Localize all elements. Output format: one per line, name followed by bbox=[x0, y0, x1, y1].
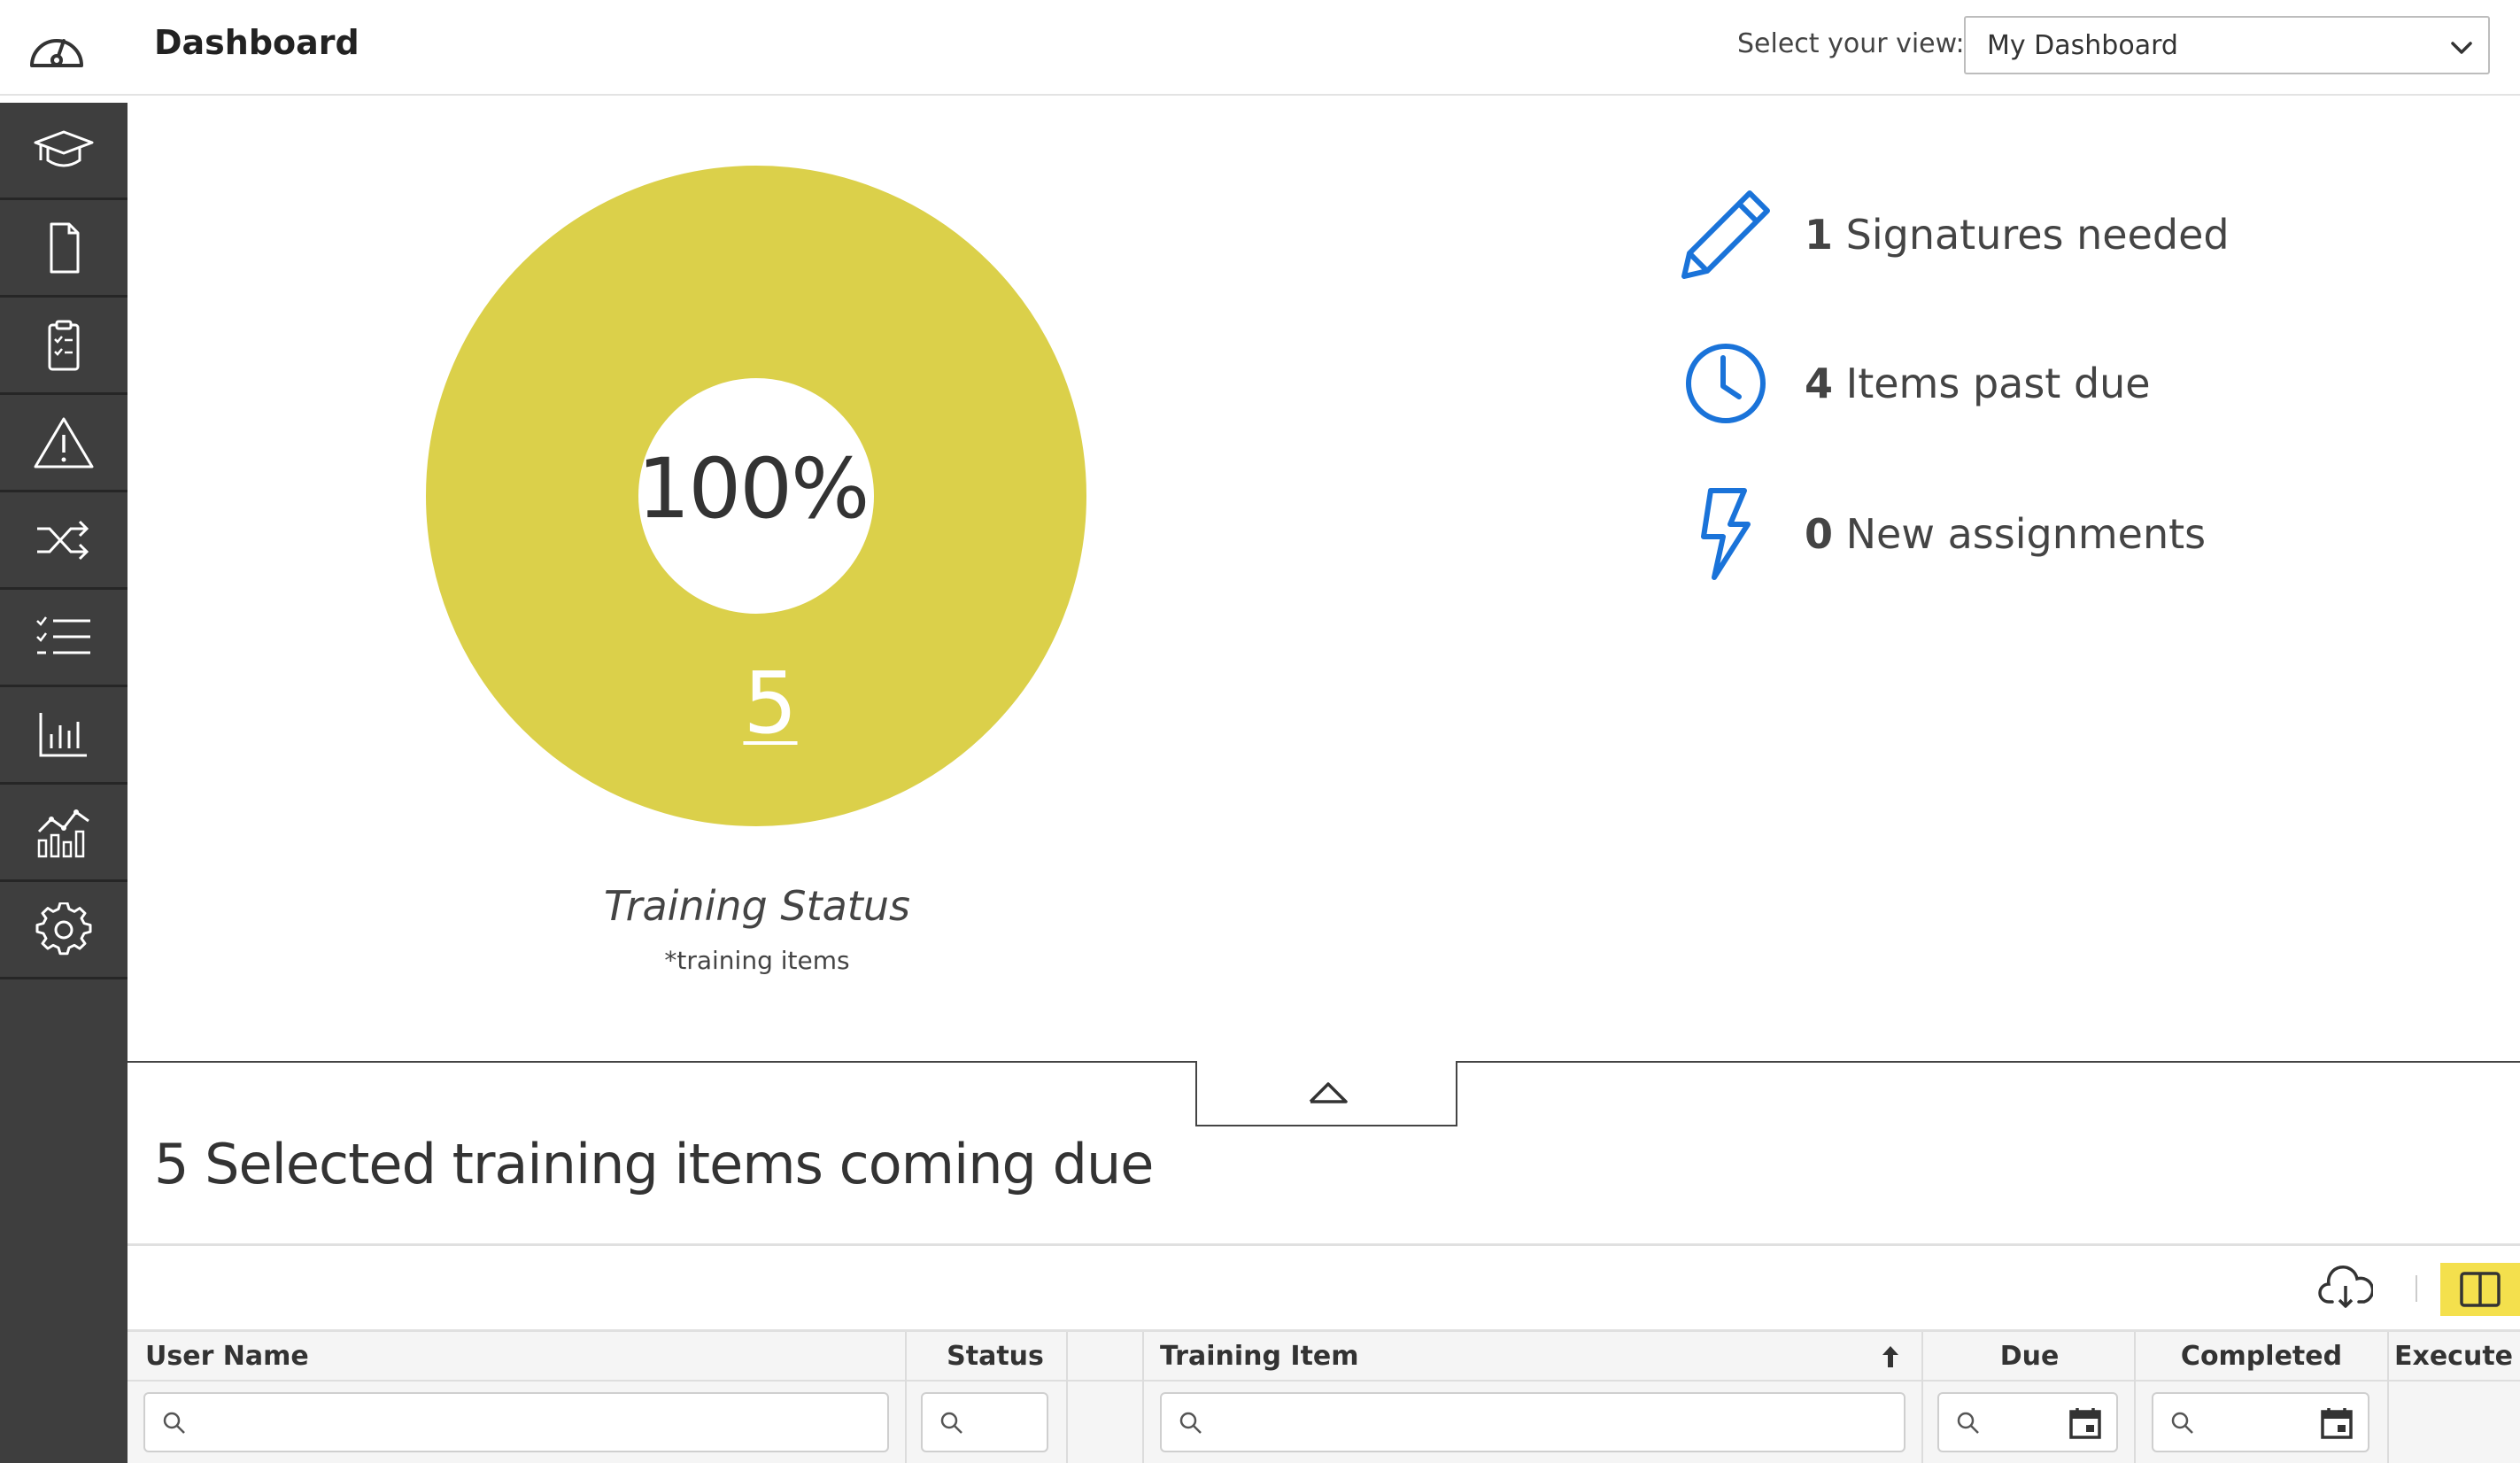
past-due-count: 4 bbox=[1805, 360, 1834, 407]
coming-due-title: 5 Selected training items coming due bbox=[154, 1132, 1154, 1196]
signatures-label: Signatures needed bbox=[1845, 211, 2230, 259]
shuffle-icon bbox=[37, 520, 89, 560]
calendar-icon[interactable] bbox=[2320, 1406, 2354, 1440]
sidebar-item-reports[interactable] bbox=[0, 687, 128, 785]
collapse-button[interactable] bbox=[1195, 1061, 1457, 1126]
column-header-status[interactable]: Status bbox=[907, 1332, 1084, 1382]
search-icon bbox=[163, 1412, 185, 1434]
chevron-up-icon bbox=[1309, 1082, 1348, 1103]
column-header-execute[interactable]: Execute bbox=[2387, 1332, 2520, 1382]
new-assignments-label: New assignments bbox=[1845, 510, 2207, 558]
dashboard-gauge-icon[interactable] bbox=[25, 19, 89, 78]
sidebar bbox=[0, 103, 128, 1463]
warning-icon bbox=[34, 417, 94, 468]
training-item-filter-input[interactable] bbox=[1160, 1392, 1905, 1452]
sidebar-item-analytics[interactable] bbox=[0, 785, 128, 882]
search-icon bbox=[1957, 1412, 1979, 1434]
analytics-chart-icon bbox=[37, 809, 89, 857]
sort-ascending-icon[interactable] bbox=[1881, 1344, 1900, 1369]
graduation-cap-icon bbox=[34, 130, 94, 166]
training-status-subtitle: *training items bbox=[664, 946, 850, 975]
top-header: Dashboard Select your view: My Dashboard bbox=[0, 0, 2520, 96]
toolbar-separator bbox=[2416, 1275, 2417, 1302]
column-header-training-item[interactable]: Training Item bbox=[1160, 1332, 1359, 1382]
cloud-download-icon[interactable] bbox=[2318, 1265, 2373, 1311]
training-status-percent: 100% bbox=[637, 441, 870, 538]
view-select[interactable]: My Dashboard bbox=[1964, 16, 2490, 74]
stat-new-assignments[interactable]: 0 New assignments bbox=[1677, 485, 2403, 592]
sidebar-item-documents[interactable] bbox=[0, 200, 128, 298]
checklist-icon bbox=[36, 615, 90, 654]
past-due-label: Items past due bbox=[1845, 360, 2151, 407]
calendar-icon[interactable] bbox=[2068, 1406, 2102, 1440]
sidebar-item-tasks[interactable] bbox=[0, 298, 128, 395]
grid-toolbar bbox=[128, 1243, 2520, 1332]
lightning-icon bbox=[1701, 488, 1751, 580]
completed-filter-input[interactable] bbox=[2152, 1392, 2369, 1452]
user-name-filter-input[interactable] bbox=[143, 1392, 889, 1452]
stat-signatures[interactable]: 1 Signatures needed bbox=[1677, 186, 2403, 292]
signatures-count: 1 bbox=[1805, 211, 1834, 259]
training-status-count-link[interactable]: 5 bbox=[691, 654, 850, 753]
sidebar-item-issues[interactable] bbox=[0, 395, 128, 492]
gear-icon bbox=[35, 902, 92, 955]
bar-chart-icon bbox=[39, 712, 87, 756]
clock-icon bbox=[1686, 344, 1766, 423]
clipboard-checklist-icon bbox=[48, 320, 80, 370]
sidebar-item-training[interactable] bbox=[0, 103, 128, 200]
due-filter-input[interactable] bbox=[1937, 1392, 2118, 1452]
new-assignments-count: 0 bbox=[1805, 510, 1834, 558]
sidebar-item-workflow[interactable] bbox=[0, 492, 128, 590]
search-icon bbox=[940, 1412, 962, 1434]
columns-icon bbox=[2460, 1272, 2501, 1307]
sidebar-item-checklists[interactable] bbox=[0, 590, 128, 687]
column-header-completed[interactable]: Completed bbox=[2136, 1332, 2387, 1382]
view-select-value: My Dashboard bbox=[1987, 30, 2178, 61]
chevron-down-icon bbox=[2451, 42, 2472, 54]
column-header-user-name[interactable]: User Name bbox=[145, 1332, 309, 1382]
column-divider bbox=[1921, 1332, 1923, 1463]
column-divider bbox=[1066, 1332, 1068, 1463]
page-title: Dashboard bbox=[154, 23, 359, 62]
column-divider bbox=[905, 1332, 907, 1463]
column-chooser-button[interactable] bbox=[2440, 1263, 2520, 1316]
stat-past-due[interactable]: 4 Items past due bbox=[1677, 335, 2403, 441]
search-icon bbox=[2171, 1412, 2193, 1434]
column-divider bbox=[2387, 1332, 2389, 1463]
sidebar-item-settings[interactable] bbox=[0, 882, 128, 979]
view-select-label: Select your view: bbox=[1737, 28, 1965, 59]
column-header-due[interactable]: Due bbox=[1923, 1332, 2136, 1382]
status-filter-input[interactable] bbox=[921, 1392, 1048, 1452]
document-icon bbox=[50, 222, 80, 273]
pencil-icon bbox=[1681, 190, 1770, 279]
search-icon bbox=[1179, 1412, 1202, 1434]
training-status-title: Training Status bbox=[604, 882, 910, 930]
column-divider bbox=[2134, 1332, 2136, 1463]
column-divider bbox=[1142, 1332, 1144, 1463]
